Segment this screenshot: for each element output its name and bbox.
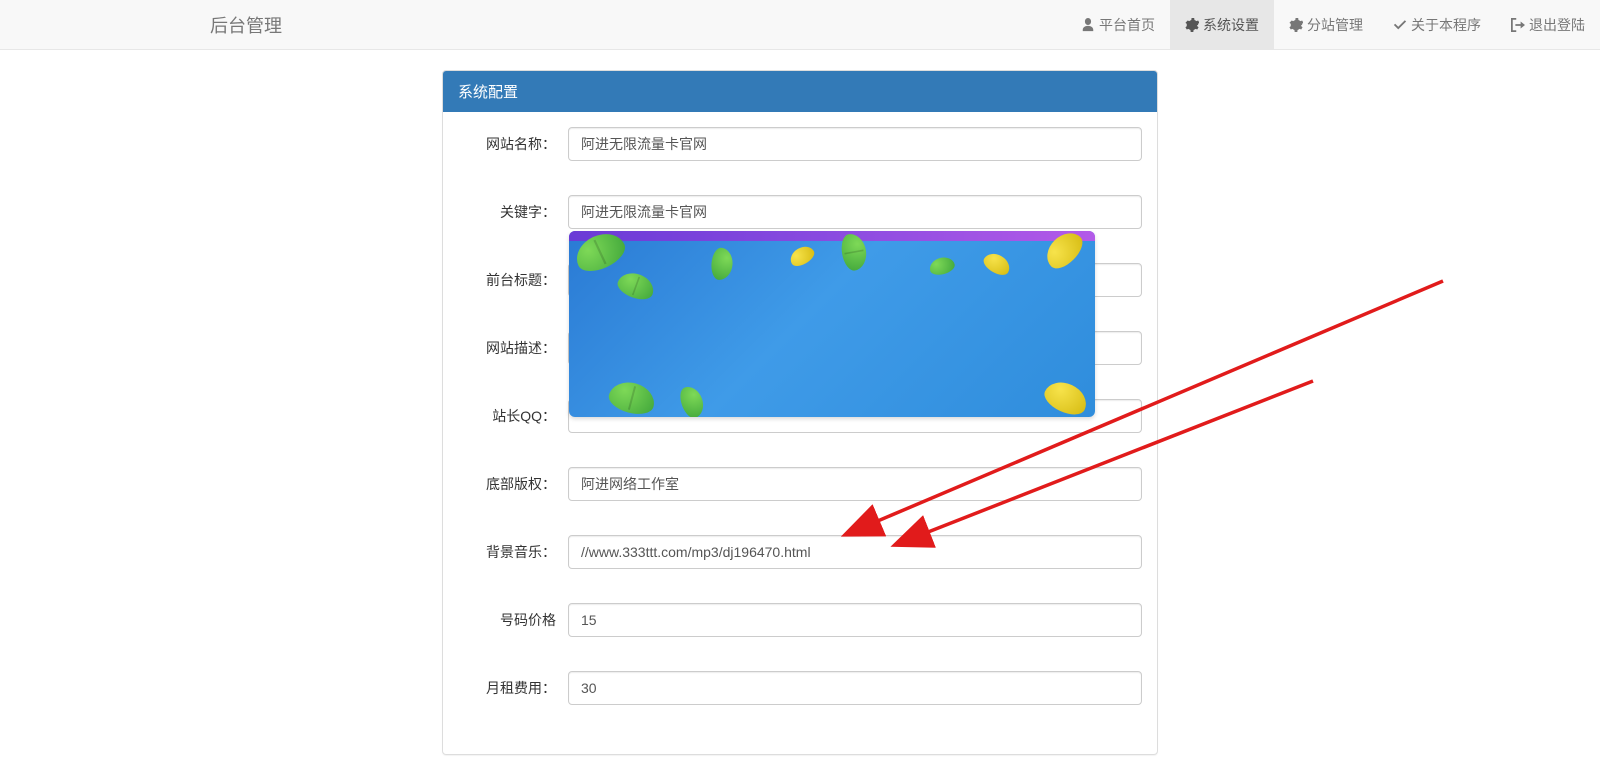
nav-label: 关于本程序: [1411, 15, 1481, 35]
leaf-icon: [710, 247, 734, 281]
gear-icon: [1289, 18, 1303, 32]
input-monthly[interactable]: [568, 671, 1142, 705]
input-bg-music[interactable]: [568, 535, 1142, 569]
user-icon: [1081, 18, 1095, 32]
row-monthly: 月租费用：: [458, 671, 1142, 705]
nav-item-logout[interactable]: 退出登陆: [1496, 0, 1600, 49]
nav-item-substation[interactable]: 分站管理: [1274, 0, 1378, 49]
leaf-icon: [981, 249, 1014, 278]
leaf-icon: [606, 378, 658, 417]
input-keywords[interactable]: [568, 195, 1142, 229]
input-footer[interactable]: [568, 467, 1142, 501]
nav-label: 系统设置: [1203, 15, 1259, 35]
row-footer: 底部版权：: [458, 467, 1142, 501]
leaf-icon: [570, 231, 630, 278]
nav-label: 分站管理: [1307, 15, 1363, 35]
nav-item-home[interactable]: 平台首页: [1066, 0, 1170, 49]
page-container: 系统配置 网站名称： 关键字： 前台标题： 网站描述： 站长QQ：: [25, 50, 1575, 755]
leaf-icon: [928, 255, 957, 277]
redaction-overlay-image: [569, 231, 1095, 417]
label-footer: 底部版权：: [458, 474, 568, 494]
label-price: 号码价格: [458, 610, 568, 630]
input-site-name[interactable]: [568, 127, 1142, 161]
gear-icon: [1185, 18, 1199, 32]
leaf-icon: [839, 232, 869, 272]
leaf-icon: [677, 383, 708, 417]
nav-item-about[interactable]: 关于本程序: [1378, 0, 1496, 49]
label-webmaster-qq: 站长QQ：: [458, 406, 568, 426]
row-price: 号码价格: [458, 603, 1142, 637]
input-price[interactable]: [568, 603, 1142, 637]
row-bg-music: 背景音乐：: [458, 535, 1142, 569]
label-description: 网站描述：: [458, 338, 568, 358]
label-site-name: 网站名称：: [458, 134, 568, 154]
panel-title: 系统配置: [443, 71, 1157, 112]
label-front-title: 前台标题：: [458, 270, 568, 290]
label-bg-music: 背景音乐：: [458, 542, 568, 562]
leaf-icon: [787, 243, 817, 270]
panel-body: 网站名称： 关键字： 前台标题： 网站描述： 站长QQ： 底部版权：: [443, 112, 1157, 754]
signout-icon: [1511, 18, 1525, 32]
nav-label: 退出登陆: [1529, 15, 1585, 35]
top-navbar: 后台管理 平台首页 系统设置 分站管理 关于本程序: [0, 0, 1600, 50]
brand-title: 后台管理: [210, 12, 282, 38]
nav-label: 平台首页: [1099, 15, 1155, 35]
row-keywords: 关键字：: [458, 195, 1142, 229]
row-site-name: 网站名称：: [458, 127, 1142, 161]
config-panel: 系统配置 网站名称： 关键字： 前台标题： 网站描述： 站长QQ：: [442, 70, 1158, 755]
label-monthly: 月租费用：: [458, 678, 568, 698]
label-keywords: 关键字：: [458, 202, 568, 222]
nav-item-settings[interactable]: 系统设置: [1170, 0, 1274, 49]
check-icon: [1393, 18, 1407, 32]
nav-menu: 平台首页 系统设置 分站管理 关于本程序 退出登陆: [1066, 0, 1600, 49]
leaf-icon: [615, 268, 658, 303]
leaf-icon: [1040, 231, 1088, 274]
leaf-icon: [1040, 376, 1092, 417]
